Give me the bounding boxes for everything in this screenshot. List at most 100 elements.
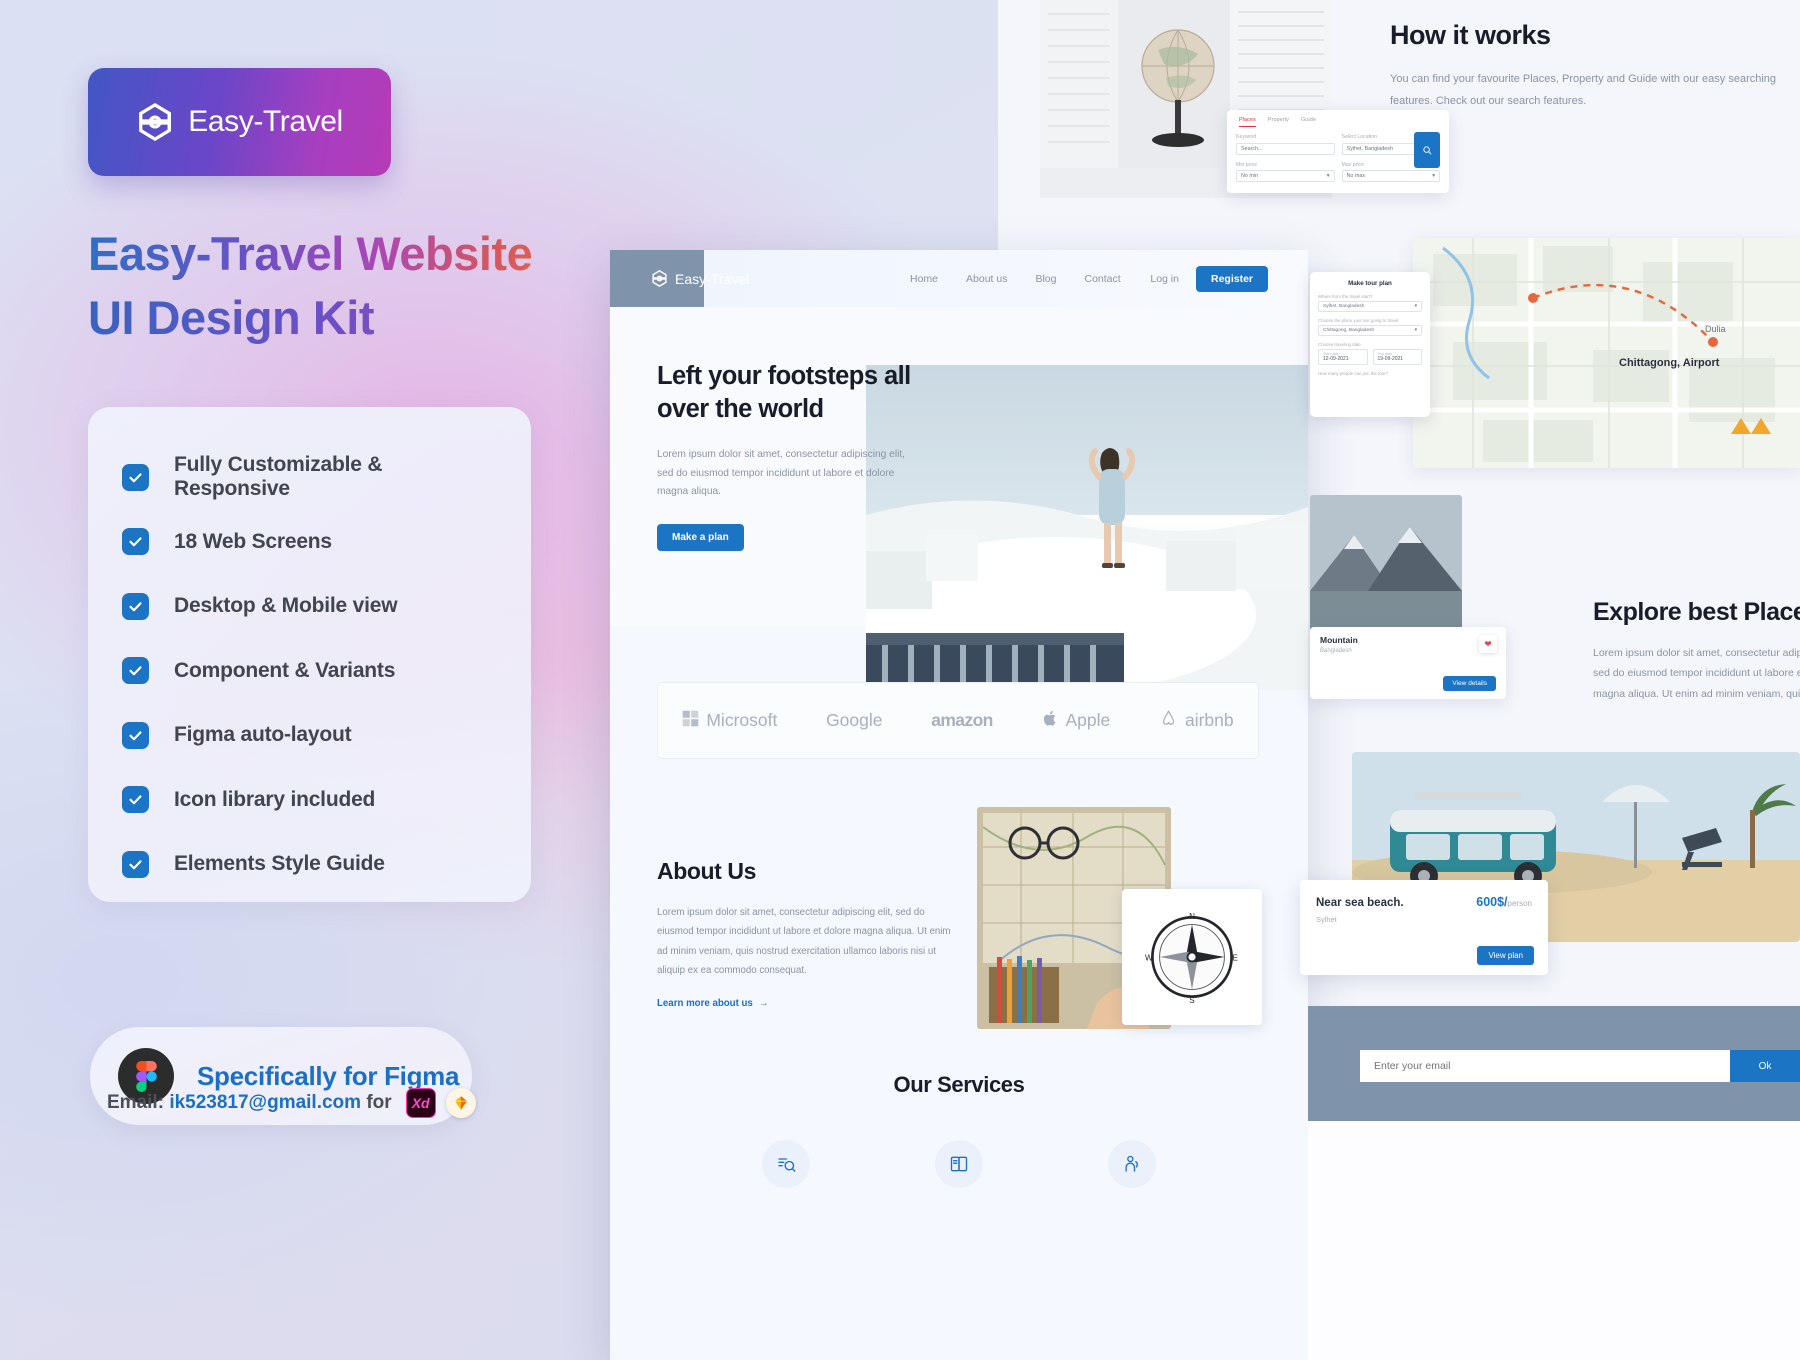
minprice-label: Min price [1236, 161, 1258, 168]
tour-from-label: Where from the travel start? [1318, 294, 1373, 299]
checkbox-checked-icon [122, 657, 149, 685]
checkbox-checked-icon [122, 528, 149, 556]
feature-row: Icon library included [122, 768, 501, 833]
hero-heading-line1: Left your footsteps all [657, 362, 911, 390]
heart-icon[interactable]: ❤ [1479, 635, 1497, 653]
chevron-down-icon: ▾ [1414, 304, 1417, 309]
microsoft-icon [682, 710, 699, 732]
brand-logo-label: Apple [1065, 710, 1111, 730]
chevron-down-icon: ▾ [1432, 173, 1435, 179]
guide-person-icon[interactable] [1107, 1140, 1156, 1188]
brand-logo-google: Google [826, 710, 882, 731]
search-panel-row2: Min price No min ▾ Max price No max ▾ [1236, 161, 1440, 182]
page-title: Easy-Travel Website UI Design Kit [88, 222, 608, 350]
keyword-input[interactable]: Search... [1236, 142, 1335, 155]
view-details-button[interactable]: View details [1443, 676, 1496, 691]
hero-heading-line2: over the world [657, 395, 824, 424]
newsletter-submit-button[interactable]: Ok [1730, 1050, 1800, 1082]
nav-link-home[interactable]: Home [910, 273, 938, 285]
left-promo-panel: Easy-Travel Easy-Travel Website UI Desig… [0, 0, 610, 1360]
tour-end-date[interactable]: End date 19-09-2021 [1372, 349, 1422, 365]
make-a-plan-button[interactable]: Make a plan [657, 523, 744, 551]
email-address[interactable]: ik523817@gmail.com [169, 1092, 361, 1114]
view-plan-button[interactable]: View plan [1477, 946, 1534, 965]
how-it-works-heading: How it works [1390, 20, 1551, 50]
brand-logo-airbnb: airbnb [1159, 709, 1234, 733]
maxprice-select[interactable]: No max ▾ [1341, 170, 1440, 182]
hero-section: Left your footsteps all over the world L… [610, 307, 1308, 690]
compass-hexagon-icon [651, 270, 668, 287]
mockup-nav-logo-text: Easy-Travel [675, 270, 750, 287]
location-value: Sylhet, Bangladesh [1346, 145, 1393, 152]
tour-date-label: Choose traveling date [1318, 342, 1361, 347]
make-tour-plan-panel: Make tour plan Where from the travel sta… [1310, 272, 1430, 417]
feature-list-card: Fully Customizable & Responsive 18 Web Sc… [88, 407, 531, 902]
feature-label: Elements Style Guide [174, 852, 385, 876]
page-title-line2: UI Design Kit [88, 286, 608, 350]
airbnb-icon [1159, 709, 1178, 733]
brand-logo-label: Microsoft [706, 710, 778, 730]
tour-from-value: Sylhet, Bangladesh [1323, 304, 1365, 309]
brand-logo-badge: Easy-Travel [88, 68, 391, 176]
search-submit-button[interactable] [1414, 132, 1440, 168]
feature-row: Desktop & Mobile view [122, 574, 501, 639]
tour-from-select[interactable]: Sylhet, Bangladesh ▾ [1318, 301, 1422, 312]
explore-paragraph: Lorem ipsum dolor sit amet, consectetur … [1593, 647, 1800, 700]
search-tab-guide[interactable]: Guide [1301, 117, 1316, 127]
minprice-select[interactable]: No min ▾ [1236, 170, 1335, 182]
hero-paragraph: Lorem ipsum dolor sit amet, consectetur … [657, 449, 906, 498]
about-heading: About Us [657, 858, 757, 884]
brand-logo-apple: Apple [1042, 709, 1111, 733]
brand-logo-amazon: amazon [931, 710, 993, 731]
mountain-card: Mountain Bangladesh ❤ View details [1310, 627, 1506, 699]
search-icon [1422, 145, 1431, 154]
map-card[interactable]: Dulia Chittagong, Airport [1413, 238, 1800, 468]
tour-to-select[interactable]: Chittagong, Bangladesh ▾ [1318, 325, 1422, 336]
keyword-label: Keyword [1236, 134, 1257, 140]
learn-more-link[interactable]: Learn more about us → [657, 998, 957, 1009]
services-icon-row [610, 1140, 1308, 1188]
nav-link-contact[interactable]: Contact [1084, 273, 1120, 285]
brand-logos-strip: Microsoft Google amazon Apple airbnb [657, 682, 1259, 759]
tour-end-value: 19-09-2021 [1377, 356, 1404, 362]
register-button[interactable]: Register [1195, 265, 1268, 292]
feature-row: Component & Variants [122, 639, 501, 704]
search-tab-places[interactable]: Places [1239, 117, 1256, 127]
email-suffix-label: for [366, 1092, 392, 1113]
website-mockup-main: Easy-Travel Home About us Blog Contact Log … [610, 250, 1308, 1360]
nav-link-about-us[interactable]: About us [966, 273, 1007, 285]
nav-link-blog[interactable]: Blog [1035, 273, 1056, 285]
figma-badge-label: Specifically for Figma [197, 1060, 460, 1091]
email-contact-row: Email: ik523817@gmail.com for Xd [107, 1088, 476, 1118]
about-section: About Us Lorem ipsum dolor sit amet, con… [657, 858, 957, 1009]
learn-more-label: Learn more about us [657, 997, 753, 1009]
feature-label: Fully Customizable & Responsive [174, 453, 383, 501]
beach-card-subtitle: Sylhet [1316, 915, 1337, 924]
feature-label: Icon library included [174, 787, 376, 811]
login-link[interactable]: Log in [1150, 273, 1179, 285]
keyword-placeholder: Search... [1241, 145, 1263, 152]
sketch-diamond-icon [445, 1088, 476, 1118]
compass-hexagon-icon [136, 103, 174, 141]
tour-start-date[interactable]: Start date 12-09-2021 [1318, 349, 1368, 365]
feature-row: Figma auto-layout [122, 703, 501, 768]
svg-text:E: E [1233, 954, 1239, 963]
checkbox-checked-icon [122, 786, 149, 814]
mountain-card-subtitle: Bangladesh [1320, 648, 1352, 654]
brand-logo-text: Easy-Travel [188, 105, 343, 138]
checkbox-checked-icon [122, 463, 149, 491]
feature-label: Figma auto-layout [174, 723, 352, 747]
search-panel-card: Places Property Guide Keyword Search... Se… [1227, 110, 1449, 193]
search-document-icon[interactable] [762, 1140, 811, 1188]
mockup-nav-logo[interactable]: Easy-Travel [651, 270, 749, 287]
mountain-card-title: Mountain [1320, 635, 1358, 645]
brand-logo-label: amazon [931, 710, 993, 730]
feature-label: Component & Variants [174, 658, 396, 682]
checkbox-checked-icon [122, 721, 149, 749]
beach-card-price: 600$/ [1476, 895, 1508, 909]
mockup-navbar: Easy-Travel Home About us Blog Contact Log … [610, 250, 1308, 307]
newsletter-email-input[interactable] [1360, 1050, 1730, 1082]
search-tab-property[interactable]: Property [1268, 117, 1289, 127]
hero-heading: Left your footsteps all over the world [657, 360, 957, 426]
ticket-icon[interactable] [934, 1140, 983, 1188]
